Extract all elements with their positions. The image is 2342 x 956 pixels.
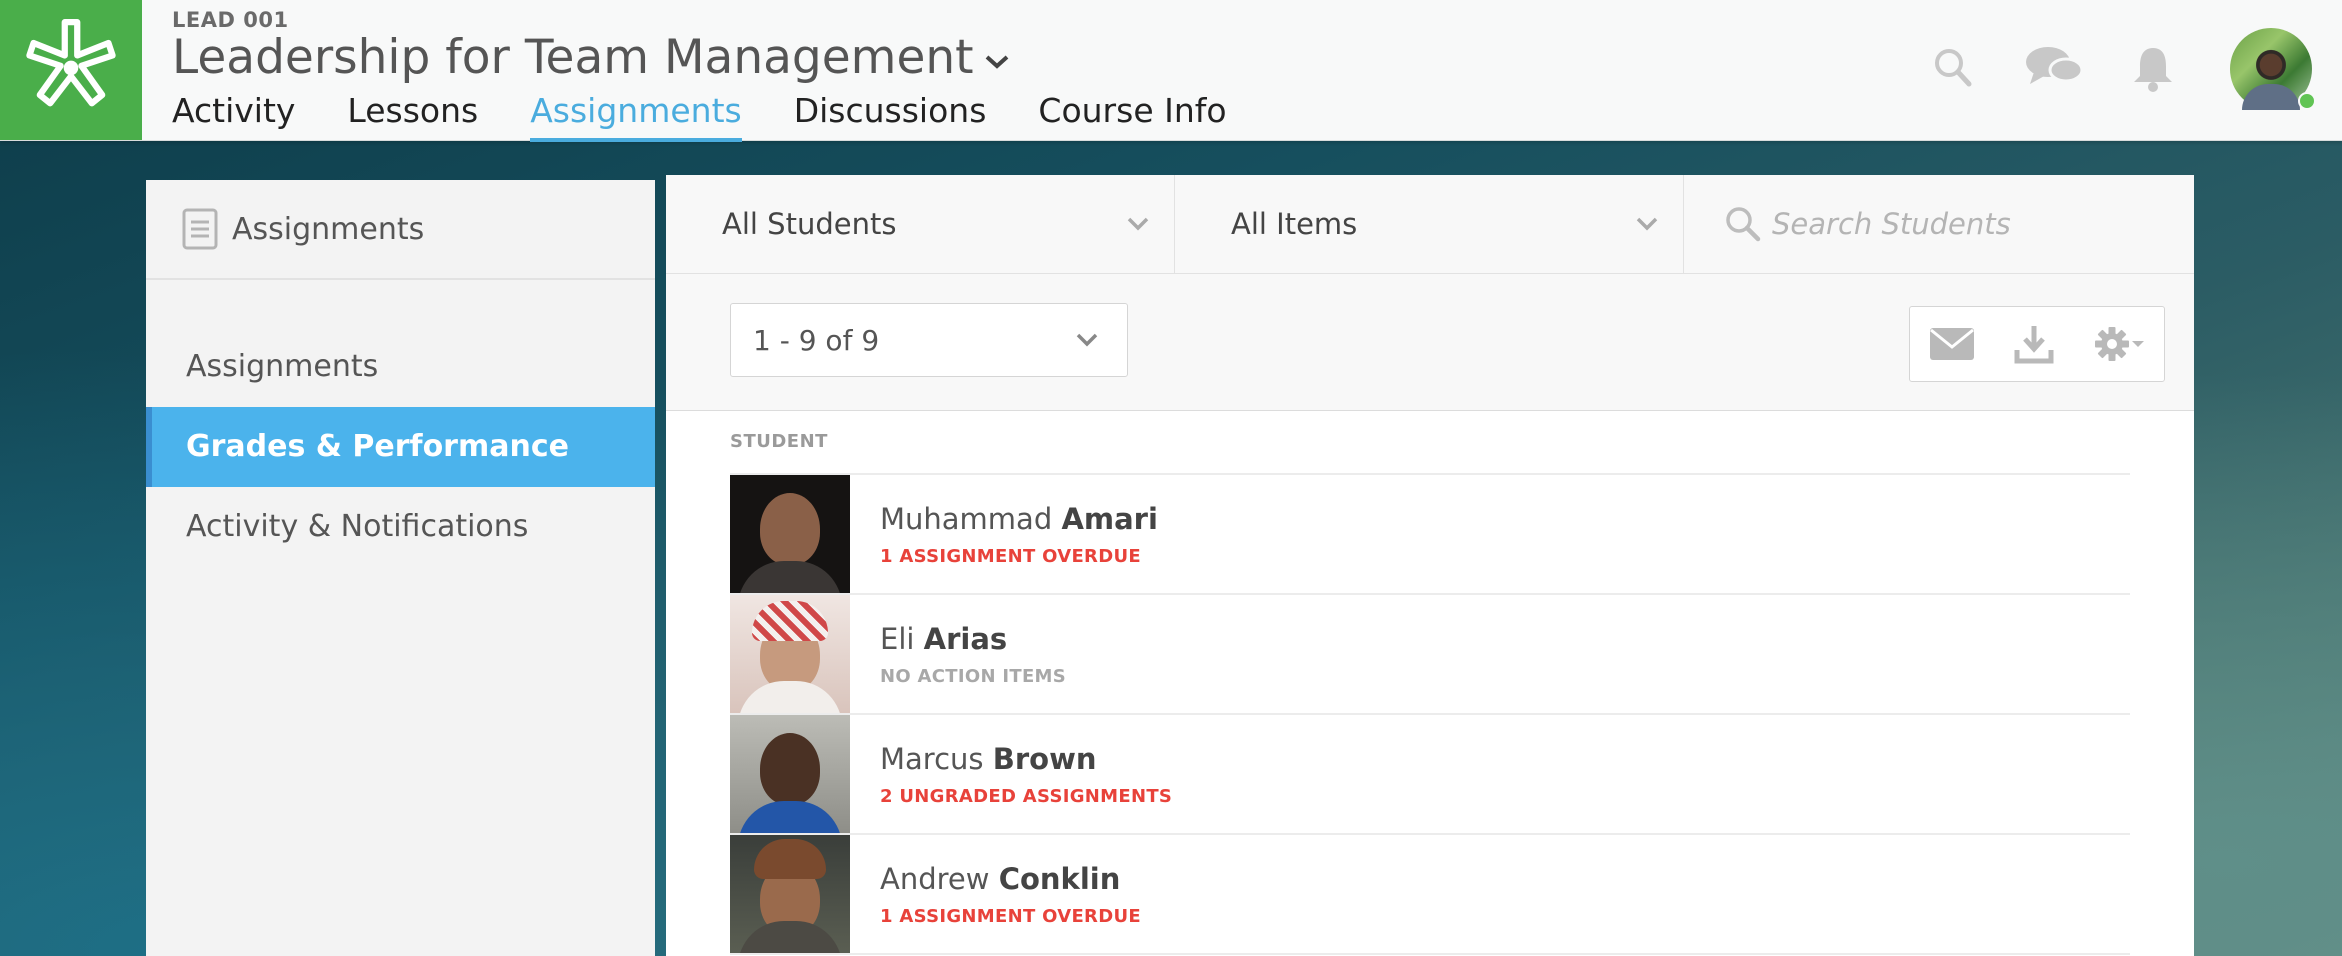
student-photo (730, 835, 850, 953)
course-code: LEAD 001 (172, 8, 289, 32)
student-last-name: Brown (992, 741, 1097, 776)
chevron-down-icon (1127, 217, 1149, 231)
sidebar-header: Assignments (146, 180, 655, 280)
search-students-field[interactable]: Search Students (1684, 175, 2194, 273)
sidebar-title: Assignments (232, 211, 425, 247)
student-first-name: Muhammad (880, 501, 1053, 536)
search-icon[interactable] (1933, 44, 1973, 90)
items-filter-value: All Items (1231, 207, 1358, 241)
search-placeholder: Search Students (1772, 207, 2011, 241)
student-row[interactable]: Eli Arias NO ACTION ITEMS (730, 595, 2130, 715)
download-icon (2014, 326, 2054, 364)
tab-assignments[interactable]: Assignments (530, 90, 742, 142)
brand-logo[interactable] (0, 0, 142, 140)
students-filter-value: All Students (722, 207, 897, 241)
items-filter-select[interactable]: All Items (1175, 175, 1684, 273)
document-icon (182, 208, 218, 250)
search-icon (1726, 207, 1761, 242)
student-photo (730, 475, 850, 593)
student-first-name: Marcus (880, 741, 984, 776)
chevron-down-icon[interactable] (984, 53, 1010, 71)
course-title[interactable]: Leadership for Team Management (172, 30, 1010, 85)
online-status-indicator (2298, 92, 2316, 110)
student-list: Muhammad Amari 1 ASSIGNMENT OVERDUE Eli … (730, 473, 2130, 955)
student-row[interactable]: Andrew Conklin 1 ASSIGNMENT OVERDUE (730, 835, 2130, 955)
tab-course-info[interactable]: Course Info (1038, 90, 1226, 138)
student-row[interactable]: Marcus Brown 2 UNGRADED ASSIGNMENTS (730, 715, 2130, 835)
sidebar-item-activity-notifications[interactable]: Activity & Notifications (146, 487, 655, 567)
student-name: Eli Arias (880, 622, 1066, 656)
chat-icon[interactable] (2024, 44, 2084, 90)
pagination-select[interactable]: 1 - 9 of 9 (730, 303, 1128, 377)
course-tabs: Activity Lessons Assignments Discussions… (172, 90, 1279, 142)
caret-down-icon (2131, 341, 2144, 347)
student-column-header: STUDENT (730, 431, 828, 452)
student-status: NO ACTION ITEMS (880, 665, 1067, 687)
student-name: Marcus Brown (880, 742, 1172, 776)
pagination-value: 1 - 9 of 9 (753, 323, 880, 357)
main-panel: All Students All Items Search Students 1… (666, 175, 2194, 956)
settings-menu-button[interactable] (2093, 325, 2145, 363)
student-photo (730, 715, 850, 833)
student-last-name: Amari (1061, 501, 1158, 536)
sidebar-item-grades-performance[interactable]: Grades & Performance (146, 407, 655, 487)
student-info: Marcus Brown 2 UNGRADED ASSIGNMENTS (880, 742, 1172, 807)
student-row[interactable]: Muhammad Amari 1 ASSIGNMENT OVERDUE (730, 475, 2130, 595)
student-photo (730, 595, 850, 713)
download-button[interactable] (2014, 324, 2054, 364)
course-title-text: Leadership for Team Management (172, 30, 974, 85)
sidebar: Assignments Assignments Grades & Perform… (146, 180, 655, 956)
student-last-name: Arias (923, 621, 1008, 656)
bell-icon[interactable] (2130, 44, 2176, 94)
chevron-down-icon (1636, 217, 1658, 231)
student-status: 2 UNGRADED ASSIGNMENTS (880, 785, 1173, 807)
student-status: 1 ASSIGNMENT OVERDUE (880, 545, 1141, 567)
student-info: Eli Arias NO ACTION ITEMS (880, 622, 1066, 687)
asterisk-logo-icon (26, 19, 116, 107)
toolbar: 1 - 9 of 9 (666, 274, 2194, 411)
filter-bar: All Students All Items Search Students (666, 175, 2194, 274)
top-bar: LEAD 001 Leadership for Team Management … (0, 0, 2342, 142)
tab-discussions[interactable]: Discussions (794, 90, 987, 138)
email-button[interactable] (1929, 327, 1975, 361)
student-info: Muhammad Amari 1 ASSIGNMENT OVERDUE (880, 502, 1158, 567)
tab-lessons[interactable]: Lessons (347, 90, 478, 138)
students-filter-select[interactable]: All Students (666, 175, 1175, 273)
action-button-group (1909, 306, 2165, 382)
student-first-name: Eli (880, 621, 915, 656)
student-info: Andrew Conklin 1 ASSIGNMENT OVERDUE (880, 862, 1141, 927)
tab-activity[interactable]: Activity (172, 90, 295, 138)
email-icon (1930, 328, 1975, 360)
student-status: 1 ASSIGNMENT OVERDUE (880, 905, 1141, 927)
student-first-name: Andrew (880, 861, 990, 896)
student-last-name: Conklin (998, 861, 1121, 896)
student-name: Muhammad Amari (880, 502, 1158, 536)
sidebar-item-assignments[interactable]: Assignments (146, 327, 655, 407)
chevron-down-icon (1076, 333, 1098, 347)
settings-icon (2094, 327, 2129, 361)
student-name: Andrew Conklin (880, 862, 1141, 896)
